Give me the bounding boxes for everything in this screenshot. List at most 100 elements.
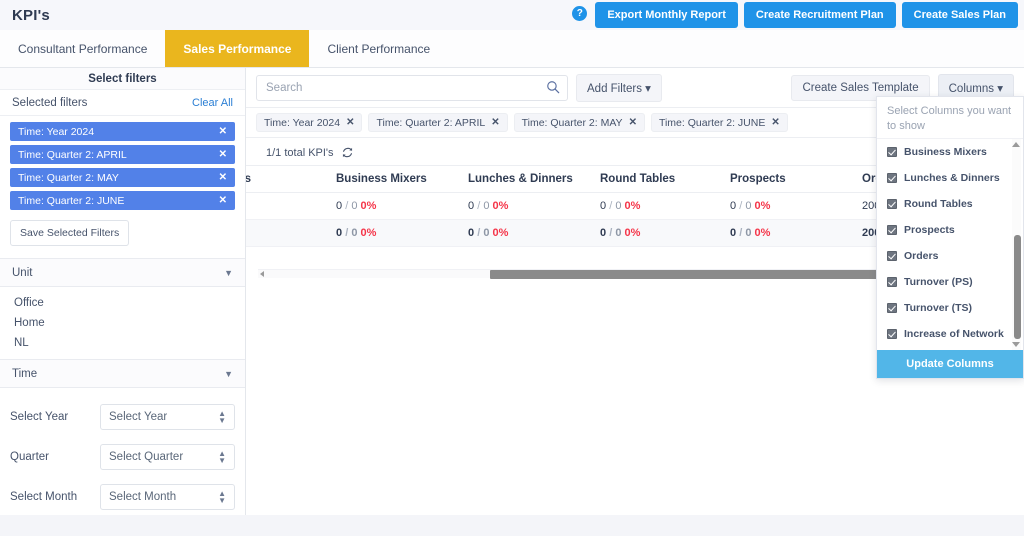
checkbox-checked-icon[interactable] [887, 251, 897, 261]
checkbox-checked-icon[interactable] [887, 329, 897, 339]
unit-item-office[interactable]: Office [0, 293, 245, 313]
select-month-dropdown[interactable]: Select Month ▲ ▼ [100, 484, 235, 510]
cell-percent: 0% [754, 200, 771, 212]
column-option-orders[interactable]: Orders [877, 243, 1023, 269]
cell-business-mixers: 0 / 0 0% [336, 192, 468, 220]
select-quarter-row: Quarter Select Quarter ▲ ▼ [0, 440, 245, 474]
tab-sales-performance[interactable]: Sales Performance [165, 30, 310, 67]
time-accordion-title: Time [12, 367, 38, 380]
filter-chip[interactable]: Time: Quarter 2: APRIL ✕ [368, 113, 508, 132]
select-month-label: Select Month [10, 491, 78, 503]
column-header-prospects[interactable]: Prospects [730, 165, 862, 193]
question-circle-icon[interactable]: ? [572, 5, 588, 21]
selected-filter-chip[interactable]: Time: Quarter 2: APRIL ✕ [10, 145, 235, 164]
filter-chip-label: Time: Quarter 2: APRIL [376, 116, 486, 129]
unit-accordion-body: Office Home NL [0, 287, 245, 360]
cell-round-tables: 0 / 0 0% [600, 192, 730, 220]
column-header-lunches-dinners[interactable]: Lunches & Dinners [468, 165, 600, 193]
select-year-dropdown[interactable]: Select Year ▲ ▼ [100, 404, 235, 430]
column-option-label: Round Tables [904, 198, 973, 210]
selected-filter-chip[interactable]: Time: Year 2024 ✕ [10, 122, 235, 141]
close-icon[interactable]: ✕ [491, 117, 499, 128]
cell-percent: 0% [492, 227, 509, 239]
refresh-icon[interactable] [341, 146, 354, 159]
unit-item-home[interactable]: Home [0, 313, 245, 333]
scroll-up-arrow-icon[interactable] [1012, 142, 1020, 147]
columns-dropdown-panel: Select Columns you want to show Business… [876, 96, 1024, 379]
filters-sidebar: Select filters Selected filters Clear Al… [0, 68, 246, 515]
chevron-down-icon: ▼ [224, 368, 233, 379]
cell-percent: 0% [624, 227, 641, 239]
column-header-business-mixers[interactable]: Business Mixers [336, 165, 468, 193]
close-icon[interactable]: ✕ [219, 149, 227, 160]
close-icon[interactable]: ✕ [219, 172, 227, 183]
kpi-count-label: 1/1 total KPI's [266, 146, 334, 159]
close-icon[interactable]: ✕ [346, 117, 354, 128]
page-header: KPI's ? Export Monthly Report Create Rec… [0, 0, 1024, 30]
column-header-round-tables[interactable]: Round Tables [600, 165, 730, 193]
tab-client-performance[interactable]: Client Performance [309, 30, 448, 67]
close-icon[interactable]: ✕ [629, 117, 637, 128]
checkbox-checked-icon[interactable] [887, 277, 897, 287]
filter-chip[interactable]: Time: Quarter 2: MAY ✕ [513, 113, 645, 132]
column-option-turnover-ts[interactable]: Turnover (TS) [877, 295, 1023, 321]
column-option-round-tables[interactable]: Round Tables [877, 191, 1023, 217]
caret-down-icon: ▾ [645, 82, 651, 95]
selected-filter-chip[interactable]: Time: Quarter 2: MAY ✕ [10, 168, 235, 187]
close-icon[interactable]: ✕ [771, 117, 779, 128]
cell-target: 0 [615, 200, 622, 212]
scroll-left-arrow-icon[interactable] [260, 271, 264, 277]
scroll-down-arrow-icon[interactable] [1012, 342, 1020, 347]
close-icon[interactable]: ✕ [219, 195, 227, 206]
export-monthly-report-button[interactable]: Export Monthly Report [595, 2, 738, 28]
checkbox-checked-icon[interactable] [887, 225, 897, 235]
select-quarter-dropdown[interactable]: Select Quarter ▲ ▼ [100, 444, 235, 470]
selected-filters-label: Selected filters [12, 96, 88, 109]
column-header-client-meetings[interactable]: Client Meetings [246, 165, 336, 193]
close-icon[interactable]: ✕ [219, 126, 227, 137]
column-option-turnover-ps[interactable]: Turnover (PS) [877, 269, 1023, 295]
cell-lunches-dinners: 0 / 0 0% [468, 219, 600, 247]
create-recruitment-plan-button[interactable]: Create Recruitment Plan [743, 2, 896, 28]
tab-consultant-performance[interactable]: Consultant Performance [0, 30, 165, 67]
cell-target: 0 [745, 200, 752, 212]
cell-percent: 0% [360, 200, 377, 212]
checkbox-checked-icon[interactable] [887, 303, 897, 313]
column-option-prospects[interactable]: Prospects [877, 217, 1023, 243]
column-option-label: Turnover (PS) [904, 276, 973, 288]
time-accordion-header[interactable]: Time ▼ [0, 360, 245, 388]
column-option-lunches-dinners[interactable]: Lunches & Dinners [877, 165, 1023, 191]
unit-item-nl[interactable]: NL [0, 333, 245, 353]
chip-label: Time: Quarter 2: JUNE [18, 194, 125, 207]
unit-accordion-header[interactable]: Unit ▼ [0, 259, 245, 287]
chip-label: Time: Quarter 2: APRIL [18, 148, 127, 161]
chevron-updown-icon: ▲ ▼ [218, 409, 226, 425]
columns-dropdown-list: Business Mixers Lunches & Dinners Round … [877, 138, 1023, 350]
cell-target: 0 [483, 200, 490, 212]
columns-dropdown-hint: Select Columns you want to show [887, 105, 1012, 132]
add-filters-button[interactable]: Add Filters ▾ [576, 73, 662, 102]
column-option-increase-of-network[interactable]: Increase of Network [877, 321, 1023, 347]
page-title: KPI's [12, 6, 50, 24]
create-sales-plan-button[interactable]: Create Sales Plan [901, 2, 1018, 28]
clear-all-link[interactable]: Clear All [192, 97, 233, 109]
selected-filter-chip[interactable]: Time: Quarter 2: JUNE ✕ [10, 191, 235, 210]
cell-percent: 0% [360, 227, 377, 239]
update-columns-button[interactable]: Update Columns [877, 350, 1023, 378]
chip-label: Time: Year 2024 [18, 125, 95, 138]
column-option-business-mixers[interactable]: Business Mixers [877, 139, 1023, 165]
cell-actual: 0 [600, 227, 607, 239]
cell-client-meetings: 40 / 100 40% [246, 219, 336, 247]
filter-chip[interactable]: Time: Quarter 2: JUNE ✕ [650, 113, 788, 132]
kpi-page: KPI's ? Export Monthly Report Create Rec… [0, 0, 1024, 536]
checkbox-checked-icon[interactable] [887, 173, 897, 183]
select-quarter-label: Quarter [10, 451, 49, 463]
column-option-label: Turnover (TS) [904, 302, 973, 314]
checkbox-checked-icon[interactable] [887, 147, 897, 157]
search-input[interactable] [256, 74, 568, 101]
scrollbar-thumb[interactable] [1014, 235, 1021, 339]
save-selected-filters-button[interactable]: Save Selected Filters [10, 220, 130, 246]
checkbox-checked-icon[interactable] [887, 199, 897, 209]
filter-chip[interactable]: Time: Year 2024 ✕ [256, 113, 363, 132]
select-month-row: Select Month Select Month ▲ ▼ [0, 480, 245, 514]
